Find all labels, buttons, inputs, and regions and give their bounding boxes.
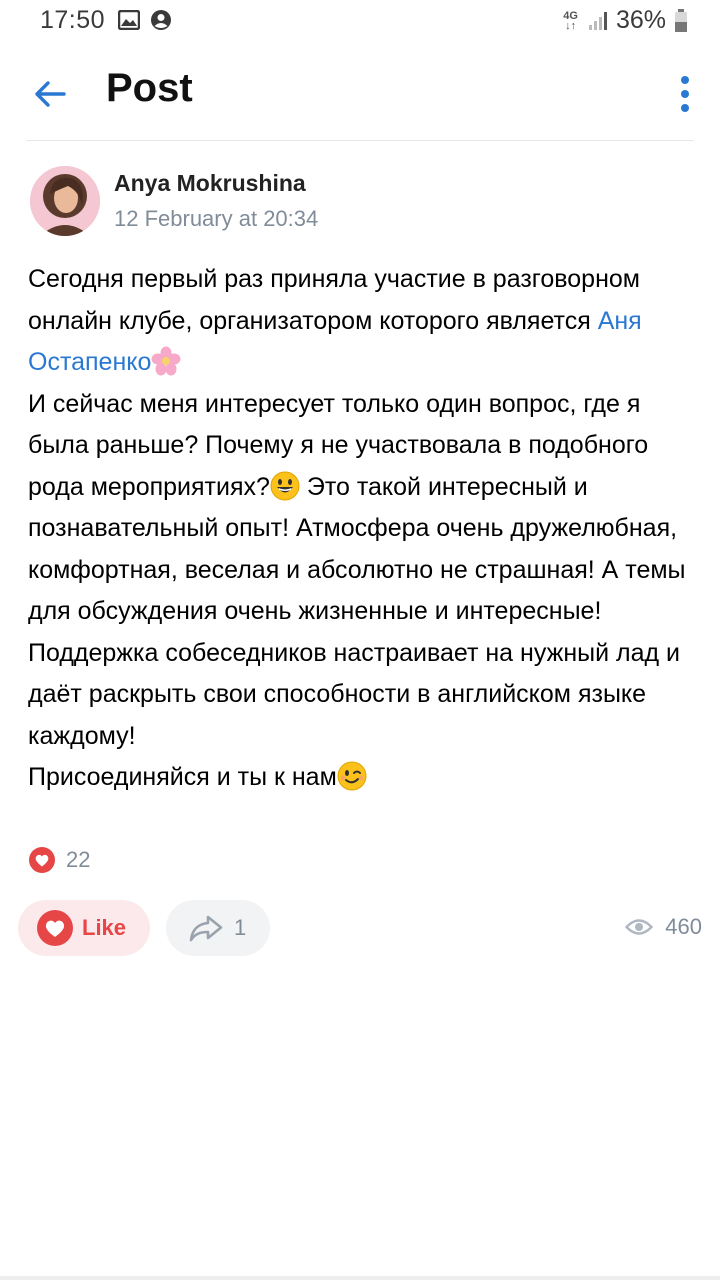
post-text-part-4: Присоединяйся и ты к нам: [28, 763, 337, 791]
views-count: 460: [665, 914, 702, 939]
share-button[interactable]: 1: [166, 900, 270, 956]
share-icon: [189, 915, 223, 942]
battery-percent: 36%: [615, 6, 666, 34]
more-vertical-icon[interactable]: [678, 74, 692, 114]
post-text-part-1: Сегодня первый раз приняла участие в раз…: [28, 265, 640, 335]
header: Post: [0, 48, 720, 140]
wink-emoji: [337, 761, 367, 791]
like-button[interactable]: Like: [18, 900, 150, 956]
author-name[interactable]: Anya Mokrushina: [114, 170, 306, 197]
reactions-count: 22: [66, 847, 91, 872]
views: 460: [625, 914, 702, 940]
like-label: Like: [82, 915, 127, 940]
image-icon: [118, 10, 140, 30]
status-time: 17:50: [40, 6, 106, 34]
status-bar: 17:50 4G ↓↑ 36%: [0, 0, 720, 44]
header-divider: [26, 140, 694, 141]
network-label: 4G ↓↑: [563, 9, 578, 32]
grin-emoji: [270, 471, 300, 500]
account-icon: [151, 10, 171, 30]
back-arrow-icon[interactable]: [28, 72, 72, 116]
post-text: Сегодня первый раз приняла участие в раз…: [28, 259, 700, 799]
post-author: Anya Mokrushina 12 February at 20:34: [28, 164, 688, 244]
action-bar: Like 1 460: [18, 900, 708, 958]
battery-icon: [675, 8, 687, 32]
avatar[interactable]: [30, 166, 100, 236]
heart-icon: [37, 910, 73, 946]
reactions-summary[interactable]: 22: [28, 846, 90, 874]
heart-icon: [29, 847, 55, 873]
eye-icon: [625, 919, 654, 935]
post-date[interactable]: 12 February at 20:34: [114, 206, 318, 232]
page-title: Post: [106, 66, 193, 110]
flower-emoji: [151, 346, 181, 376]
share-count: 1: [234, 915, 247, 940]
signal-icon: [588, 11, 607, 30]
post-text-part-3: Это такой интересный и познавательный оп…: [28, 472, 686, 750]
bottom-divider: [0, 1276, 720, 1280]
